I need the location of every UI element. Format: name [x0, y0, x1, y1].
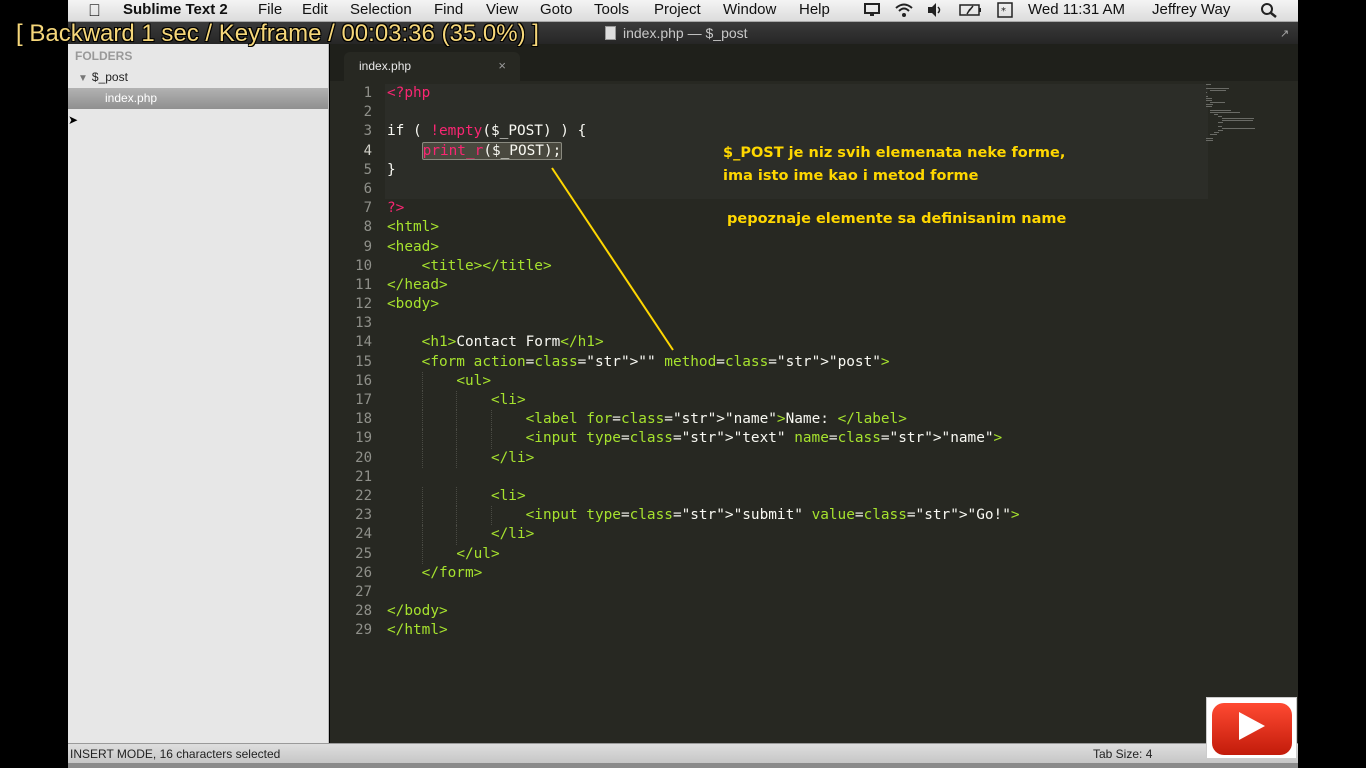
left-letterbox: [0, 0, 68, 768]
mouse-cursor-icon: ➤: [68, 113, 79, 127]
editor-pane[interactable]: index.php × 1 2 3 4 5 6 7 8 9 10 11 12 13 14 15 16 17 18 1…: [330, 44, 1298, 743]
annotation-text-3: pepoznaje elemente sa definisanim name: [727, 211, 1067, 227]
disclosure-triangle-icon[interactable]: ▼: [78, 73, 88, 84]
window-title: index.php — $_post: [623, 25, 748, 41]
sidebar: FOLDERS ▼ $_post index.php ➤: [68, 44, 329, 743]
wifi-icon[interactable]: [895, 2, 913, 18]
folder-label: $_post: [91, 70, 128, 84]
menu-edit[interactable]: Edit: [302, 1, 328, 18]
display-icon[interactable]: [863, 2, 881, 18]
battery-icon[interactable]: [959, 2, 983, 18]
sidebar-folder[interactable]: ▼ $_post: [78, 70, 128, 84]
folders-header: FOLDERS: [75, 49, 133, 63]
svg-text:*: *: [1001, 6, 1006, 17]
tab-size-setting[interactable]: Tab Size: 4: [1093, 747, 1152, 761]
file-label: index.php: [105, 91, 158, 105]
clock[interactable]: Wed 11:31 AM: [1028, 1, 1125, 18]
menu-window[interactable]: Window: [723, 1, 776, 18]
menu-selection[interactable]: Selection: [350, 1, 412, 18]
menu-view[interactable]: View: [486, 1, 518, 18]
keyboard-icon[interactable]: *: [996, 2, 1014, 18]
spotlight-search-icon[interactable]: [1260, 2, 1278, 18]
menu-project[interactable]: Project: [654, 1, 701, 18]
volume-icon[interactable]: [926, 2, 944, 18]
menu-find[interactable]: Find: [434, 1, 463, 18]
apple-icon[interactable]: : [88, 1, 101, 21]
menubar:  Sublime Text 2 File Edit Selection Fin…: [68, 0, 1298, 22]
annotation-text-1: $_POST je niz svih elemenata neke forme,: [723, 145, 1066, 161]
play-icon: [1239, 712, 1265, 740]
fullscreen-icon[interactable]: ↗: [1280, 27, 1292, 40]
annotation-text-2: ima isto ime kao i metod forme: [723, 168, 979, 184]
menu-tools[interactable]: Tools: [594, 1, 629, 18]
play-button[interactable]: [1206, 697, 1297, 759]
app-name-menu[interactable]: Sublime Text 2: [123, 1, 228, 18]
sidebar-file-index[interactable]: index.php: [68, 88, 328, 109]
menu-goto[interactable]: Goto: [540, 1, 573, 18]
status-bar: INSERT MODE, 16 characters selected Tab …: [68, 743, 1298, 763]
user-name[interactable]: Jeffrey Way: [1152, 1, 1230, 18]
window-bottom-edge: [68, 763, 1298, 768]
status-mode: INSERT MODE, 16 characters selected: [70, 747, 281, 761]
menu-file[interactable]: File: [258, 1, 282, 18]
right-letterbox: [1298, 0, 1366, 768]
video-seek-overlay: [ Backward 1 sec / Keyframe / 00:03:36 (…: [16, 20, 539, 47]
document-icon: [605, 26, 616, 40]
menu-help[interactable]: Help: [799, 1, 830, 18]
